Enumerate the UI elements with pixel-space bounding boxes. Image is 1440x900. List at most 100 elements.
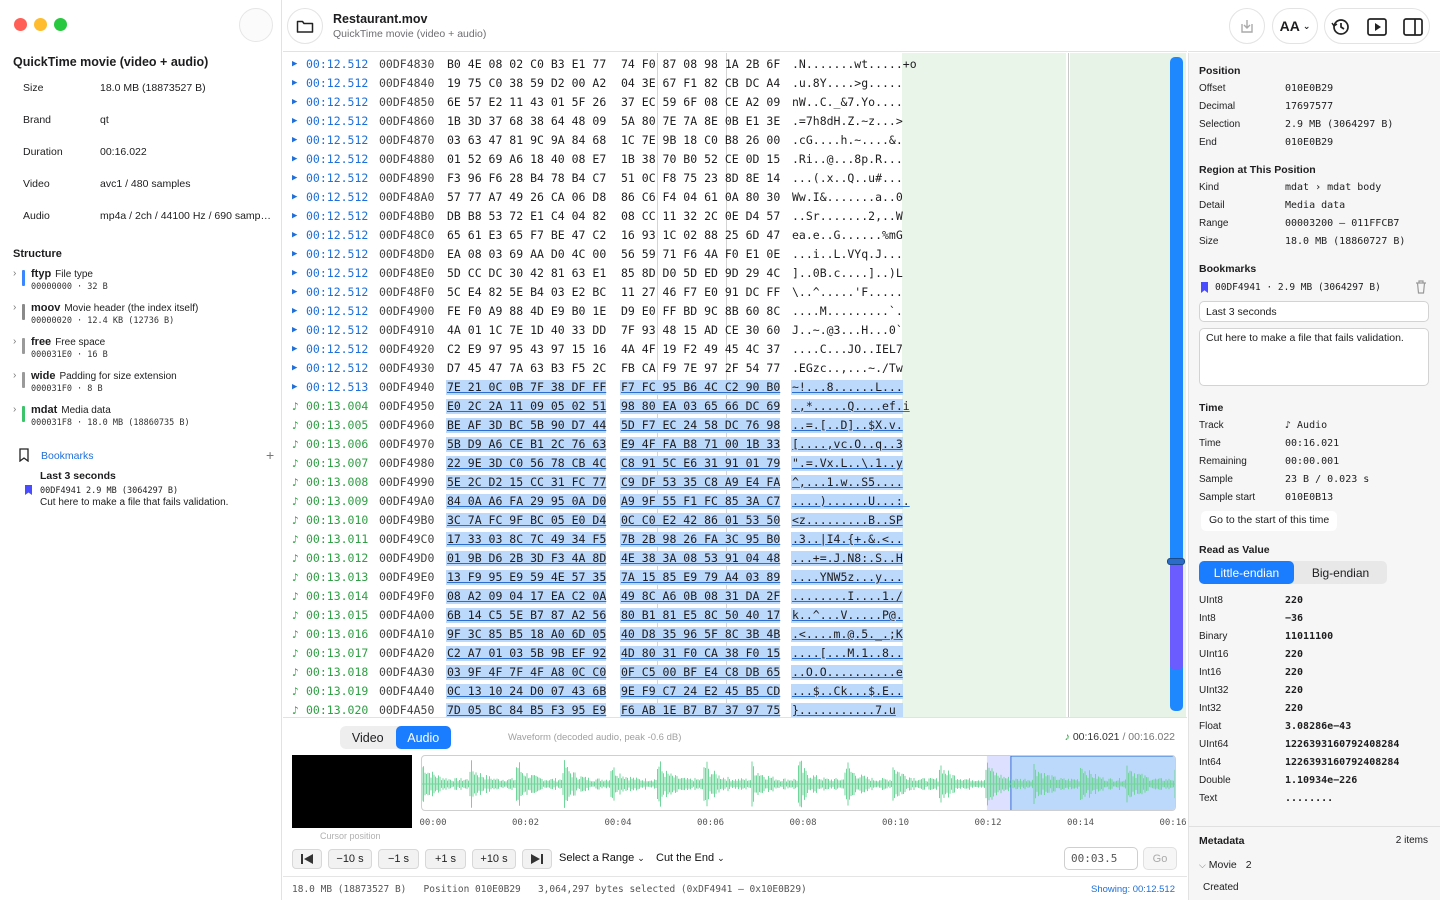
hex-row[interactable]: ♪ 00:13.010 00DF49B0 3C 7A FC 9F BC 05 E0 D… (283, 511, 1187, 530)
hex-row-time[interactable]: 00:12.512 (306, 169, 368, 188)
hex-row-ascii[interactable]: ....YNW5z...y... (791, 570, 903, 585)
hex-row-time[interactable]: 00:13.012 (306, 549, 368, 568)
hex-row-bytes-2[interactable]: A9 9F 55 F1 FC 85 3A C7 (620, 494, 781, 509)
hex-row-bytes-1[interactable]: 5D CC DC 30 42 81 63 E1 (446, 266, 606, 281)
little-endian-tab[interactable]: Little-endian (1199, 561, 1294, 584)
hex-row-ascii[interactable]: ...i..L.VYq.J... (791, 247, 903, 262)
hex-row-bytes-2[interactable]: D9 E0 FF BD 9C 8B 60 8C (620, 304, 780, 319)
hex-row-bytes-2[interactable]: 04 3E 67 F1 82 CB DC A4 (620, 76, 780, 91)
hex-row-ascii[interactable]: ~!...8......L... (791, 380, 903, 395)
hex-row-time[interactable]: 00:12.512 (306, 321, 368, 340)
hex-row-time[interactable]: 00:12.512 (306, 131, 368, 150)
hex-row-time[interactable]: 00:12.512 (306, 226, 368, 245)
go-button[interactable]: Go (1143, 847, 1177, 870)
hex-row[interactable]: ▶ 00:12.512 00DF4870 03 63 47 81 9C 9A 84 6… (283, 131, 1187, 150)
text-size-button[interactable]: AA ⌄ (1272, 8, 1318, 44)
hex-row-bytes-1[interactable]: 5C E4 82 5E B4 03 E2 BC (446, 285, 606, 300)
hex-row[interactable]: ♪ 00:13.020 00DF4A50 7D 05 BC 84 B5 F3 95 E… (283, 701, 1187, 717)
hex-row-bytes-2[interactable]: 16 93 1C 02 88 25 6D 47 (620, 228, 780, 243)
play-preview-icon[interactable] (1367, 18, 1387, 39)
hex-row-bytes-2[interactable]: 08 CC 11 32 2C 0E D4 57 (620, 209, 780, 224)
hex-row-bytes-2[interactable]: 7B 2B 98 26 FA 3C 95 B0 (620, 532, 781, 547)
hex-row-bytes-1[interactable]: 84 0A A6 FA 29 95 0A D0 (446, 494, 607, 509)
hex-row-bytes-2[interactable]: 51 0C F8 75 23 8D 8E 14 (620, 171, 780, 186)
hex-row-ascii[interactable]: ....M.........`. (791, 304, 903, 319)
hex-row-time[interactable]: 00:13.006 (306, 435, 368, 454)
hex-row[interactable]: ♪ 00:13.018 00DF4A30 03 9F 4F 7F 4F A8 0C C… (283, 663, 1187, 682)
hex-row[interactable]: ▶ 00:12.512 00DF4920 C2 E9 97 95 43 97 15 1… (283, 340, 1187, 359)
hex-row-bytes-2[interactable]: E9 4F FA B8 71 00 1B 33 (620, 437, 781, 452)
hex-row-ascii[interactable]: ea.e..G......%mG (791, 228, 903, 243)
zoom-window-button[interactable] (54, 18, 67, 31)
metadata-movie-group[interactable]: ⌵ Movie 2 (1199, 859, 1252, 871)
hex-row-time[interactable]: 00:12.512 (306, 74, 368, 93)
hex-row-bytes-2[interactable]: 80 B1 81 E5 8C 50 40 17 (620, 608, 781, 623)
chevron-right-icon[interactable]: › (13, 370, 16, 381)
go-to-time-start-button[interactable]: Go to the start of this time (1201, 511, 1338, 531)
hex-row-ascii[interactable]: .3..|I4.{+.&.<.. (791, 532, 903, 547)
sidebar-toggle-button[interactable] (239, 8, 273, 42)
hex-row-ascii[interactable]: [....,vc.O..q..3 (791, 437, 903, 452)
hex-row-bytes-2[interactable]: 5A 80 7E 7A 8E 0B E1 3E (620, 114, 780, 129)
select-range-dropdown[interactable]: Select a Range ⌄ (559, 852, 645, 864)
hex-row[interactable]: ♪ 00:13.013 00DF49E0 13 F9 95 E9 59 4E 57 3… (283, 568, 1187, 587)
hex-row-bytes-1[interactable]: 5B D9 A6 CE B1 2C 76 63 (446, 437, 607, 452)
hex-row-bytes-1[interactable]: DB B8 53 72 E1 C4 04 82 (446, 209, 606, 224)
hex-row-ascii[interactable]: k..^...V.....P@. (791, 608, 903, 623)
export-button[interactable] (1229, 8, 1265, 44)
structure-item-wide[interactable]: › wide Padding for size extension 000031F… (13, 370, 275, 402)
hex-row-bytes-1[interactable]: 1B 3D 37 68 38 64 48 09 (446, 114, 606, 129)
hex-row[interactable]: ▶ 00:12.512 00DF4900 FE F0 A9 88 4D E9 B0 1… (283, 302, 1187, 321)
hex-row-time[interactable]: 00:13.019 (306, 682, 368, 701)
hex-row-bytes-2[interactable]: 4E 38 3A 08 53 91 04 48 (620, 551, 781, 566)
hex-row-ascii[interactable]: .EGzc..,...~./Tw (791, 361, 903, 376)
hex-row-time[interactable]: 00:13.017 (306, 644, 368, 663)
bookmark-item[interactable]: Last 3 seconds 00DF4941 2.9 MB (3064297 … (23, 468, 278, 514)
hex-row[interactable]: ♪ 00:13.011 00DF49C0 17 33 03 8C 7C 49 34 F… (283, 530, 1187, 549)
hex-row-bytes-1[interactable]: 13 F9 95 E9 59 4E 57 35 (446, 570, 607, 585)
hex-row[interactable]: ♪ 00:13.007 00DF4980 22 9E 3D C0 56 78 CB 4… (283, 454, 1187, 473)
hex-row-bytes-1[interactable]: EA 08 03 69 AA D0 4C 00 (446, 247, 606, 262)
hex-row-bytes-2[interactable]: 1B 38 70 B0 52 CE 0D 15 (620, 152, 780, 167)
hex-row[interactable]: ▶ 00:12.512 00DF4910 4A 01 1C 7E 1D 40 33 D… (283, 321, 1187, 340)
scrollbar-thumb[interactable] (1167, 558, 1185, 565)
inspector-toggle-icon[interactable] (1403, 18, 1423, 39)
hex-row-time[interactable]: 00:12.512 (306, 207, 368, 226)
hex-row-time[interactable]: 00:12.513 (306, 378, 368, 397)
hex-row-ascii[interactable]: ".=.Vx.L..\.1..y (791, 456, 903, 471)
hex-row-bytes-2[interactable]: C8 91 5C E6 31 91 01 79 (620, 456, 781, 471)
hex-row-ascii[interactable]: ..Sr.......2,..W (791, 209, 903, 224)
hex-row-bytes-1[interactable]: D7 45 47 7A 63 B3 F5 2C (446, 361, 606, 376)
hex-row-ascii[interactable]: ........I....1./ (791, 589, 903, 604)
cut-end-dropdown[interactable]: Cut the End ⌄ (656, 852, 725, 864)
structure-item-free[interactable]: › free Free space 000031E0 · 16 B (13, 336, 275, 368)
hex-row[interactable]: ▶ 00:12.512 00DF4890 F3 96 F6 28 B4 78 B4 C… (283, 169, 1187, 188)
hex-row[interactable]: ♪ 00:13.012 00DF49D0 01 9B D6 2B 3D F3 4A 8… (283, 549, 1187, 568)
close-window-button[interactable] (14, 18, 27, 31)
hex-row-ascii[interactable]: .cG....h.~....&. (791, 133, 903, 148)
hex-row-bytes-1[interactable]: E0 2C 2A 11 09 05 02 51 (446, 399, 607, 414)
hex-row-time[interactable]: 00:12.512 (306, 302, 368, 321)
hex-row[interactable]: ♪ 00:13.006 00DF4970 5B D9 A6 CE B1 2C 76 6… (283, 435, 1187, 454)
back-10s-button[interactable]: −10 s (328, 849, 372, 869)
hex-row-ascii[interactable]: ...(.x..Q..u#... (791, 171, 903, 186)
hex-row-time[interactable]: 00:13.013 (306, 568, 368, 587)
hex-row[interactable]: ♪ 00:13.004 00DF4950 E0 2C 2A 11 09 05 02 5… (283, 397, 1187, 416)
waveform[interactable] (421, 755, 1176, 811)
hex-row-ascii[interactable]: <z.........B..SP (791, 513, 903, 528)
hex-row-ascii[interactable]: \..^.....'F..... (791, 285, 903, 300)
hex-row-ascii[interactable]: ^,...1.w..S5.... (791, 475, 903, 490)
hex-row-bytes-2[interactable]: 5D F7 EC 24 58 DC 76 98 (620, 418, 781, 433)
add-bookmark-button[interactable]: + (266, 447, 274, 463)
chevron-right-icon[interactable]: › (13, 336, 16, 347)
hex-row-time[interactable]: 00:12.512 (306, 359, 368, 378)
hex-row[interactable]: ♪ 00:13.015 00DF4A00 6B 14 C5 5E B7 87 A2 5… (283, 606, 1187, 625)
hex-row-time[interactable]: 00:13.005 (306, 416, 368, 435)
hex-row-ascii[interactable]: .Ri..@...8p.R... (791, 152, 903, 167)
hex-row[interactable]: ▶ 00:12.512 00DF4860 1B 3D 37 68 38 64 48 0… (283, 112, 1187, 131)
hex-row-bytes-1[interactable]: 6B 14 C5 5E B7 87 A2 56 (446, 608, 607, 623)
hex-row-bytes-2[interactable]: 4D 80 31 F0 CA 38 F0 15 (620, 646, 781, 661)
hex-row-bytes-1[interactable]: 01 52 69 A6 18 40 08 E7 (446, 152, 606, 167)
hex-row[interactable]: ▶ 00:12.512 00DF4880 01 52 69 A6 18 40 08 E… (283, 150, 1187, 169)
hex-row-time[interactable]: 00:12.512 (306, 188, 368, 207)
